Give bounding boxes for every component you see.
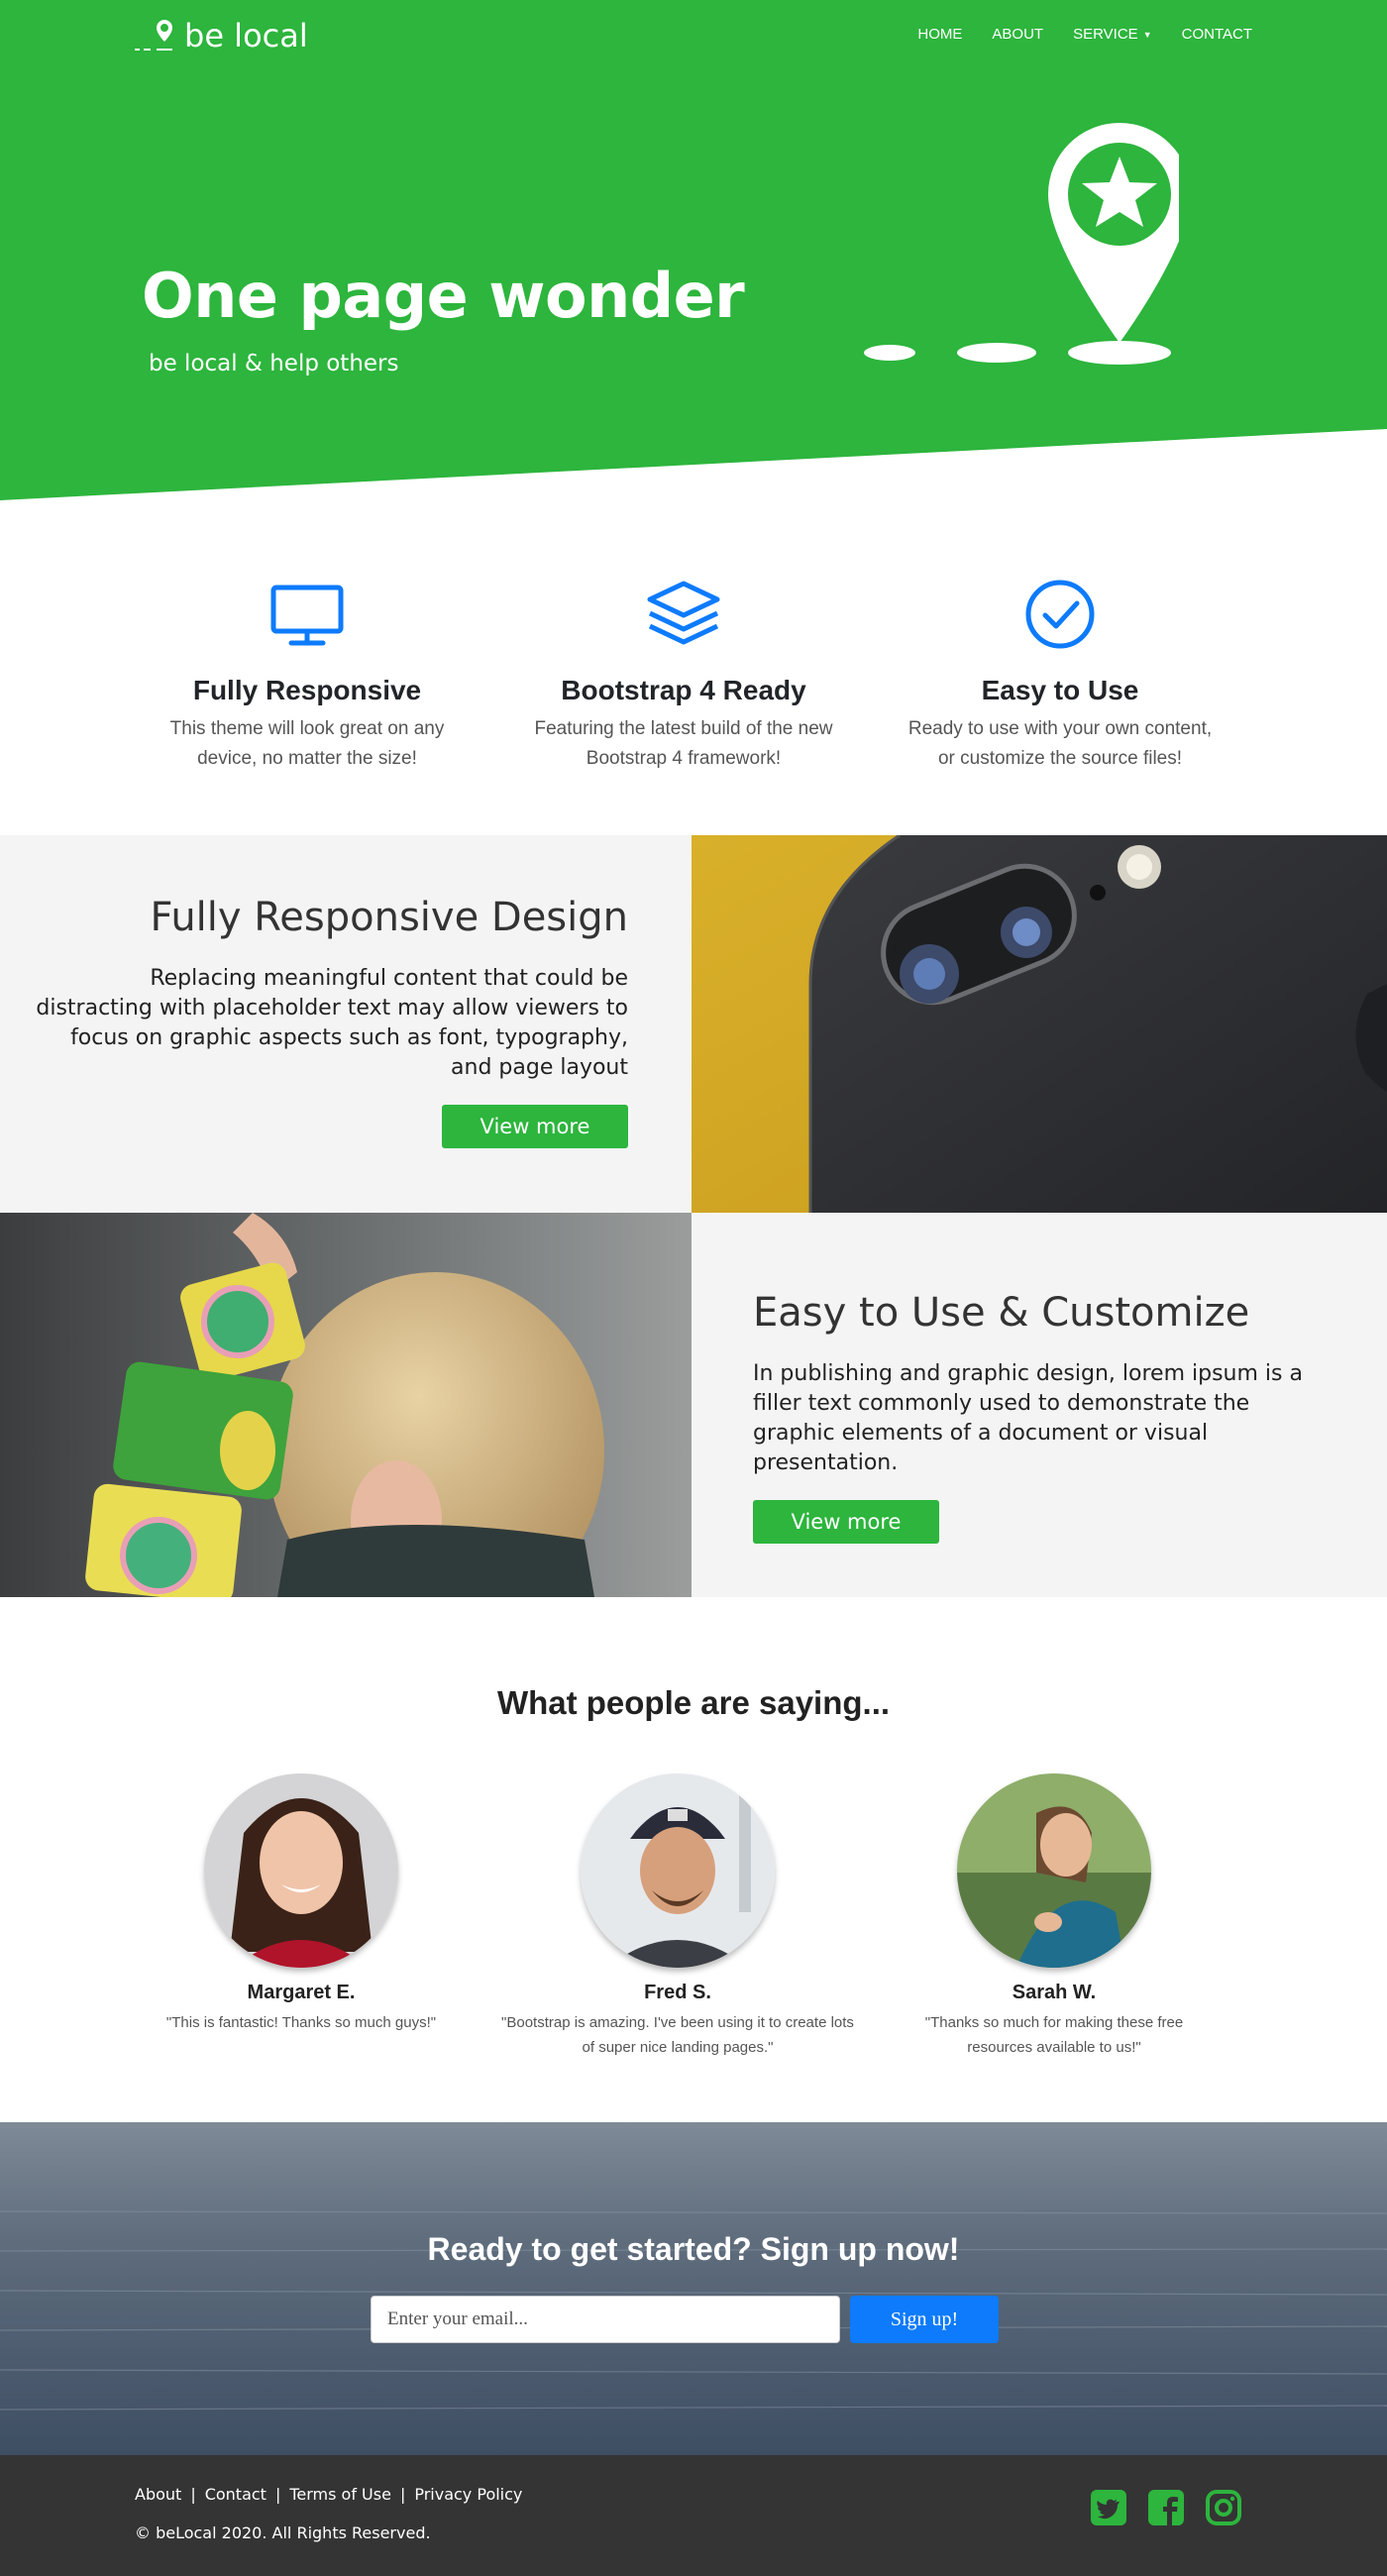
feature-card: Easy to Use Ready to use with your own c… [882,580,1238,774]
showcase-row: Easy to Use & Customize In publishing an… [0,1213,1387,1597]
brand-logo[interactable]: be local [135,18,308,54]
main-nav: HOME ABOUT SERVICE ▼ CONTACT [917,24,1252,46]
feature-text: Ready to use with your own content, or c… [907,718,1213,769]
testimonial-quote: "Bootstrap is amazing. I've been using i… [501,2014,854,2056]
nav-service-dropdown[interactable]: SERVICE ▼ [1073,24,1152,46]
showcase-title: Fully Responsive Design [150,895,629,940]
caret-down-icon: ▼ [1142,30,1152,41]
footer-copyright: © beLocal 2020. All Rights Reserved. [135,2523,431,2542]
footer-separator: | [399,2485,406,2504]
footer-link-about[interactable]: About [135,2485,181,2504]
email-input[interactable] [371,2296,840,2343]
nav-home[interactable]: HOME [917,24,962,46]
feature-card: Bootstrap 4 Ready Featuring the latest b… [505,580,862,774]
feature-text: Featuring the latest build of the new Bo… [534,718,833,769]
footer-link-privacy[interactable]: Privacy Policy [414,2485,522,2504]
brand-name: be local [184,17,308,54]
footer: About | Contact | Terms of Use | Privacy… [0,2455,1387,2576]
testimonial-card: Margaret E. "This is fantastic! Thanks s… [103,1773,499,2035]
features-section: Fully Responsive This theme will look gr… [0,500,1387,835]
showcase-text: In publishing and graphic design, lorem … [753,1361,1303,1475]
showcase-text-panel: Easy to Use & Customize In publishing an… [692,1213,1387,1597]
view-more-button[interactable]: View more [442,1105,628,1148]
nav-contact[interactable]: CONTACT [1182,24,1252,46]
twitter-icon[interactable] [1090,2489,1127,2526]
nav-service-label: SERVICE [1073,26,1138,43]
feature-title: Easy to Use [981,675,1139,705]
social-links [1090,2489,1242,2526]
instagram-icon[interactable] [1205,2489,1242,2526]
showcase-row: Fully Responsive Design Replacing meanin… [0,835,1387,1213]
feature-title: Bootstrap 4 Ready [561,675,806,705]
view-more-button[interactable]: View more [753,1500,939,1544]
footer-link-terms[interactable]: Terms of Use [289,2485,391,2504]
phone-camera-image [692,835,1387,1213]
testimonial-card: Fred S. "Bootstrap is amazing. I've been… [480,1773,876,2060]
avatar [581,1773,775,1968]
feature-card: Fully Responsive This theme will look gr… [129,580,485,774]
hero-title: One page wonder [142,260,745,332]
check-circle-icon [1025,580,1095,649]
monitor-icon [270,585,344,646]
child-blocks-image [0,1213,692,1597]
testimonial-quote: "Thanks so much for making these free re… [924,2014,1184,2056]
testimonial-name: Sarah W. [1012,1982,1097,2003]
showcase-text-panel: Fully Responsive Design Replacing meanin… [0,835,692,1213]
showcase-title: Easy to Use & Customize [753,1290,1250,1336]
facebook-icon[interactable] [1147,2489,1185,2526]
footer-separator: | [274,2485,281,2504]
signup-title: Ready to get started? Sign up now! [427,2231,960,2267]
avatar [957,1773,1151,1968]
hero-section: be local HOME ABOUT SERVICE ▼ CONTACT One… [0,0,1387,505]
layers-icon [647,581,720,645]
logo-pin-icon [135,20,172,51]
footer-separator: | [190,2485,196,2504]
testimonial-name: Margaret E. [247,1982,356,2003]
hero-subtitle: be local & help others [149,351,399,376]
footer-links: About | Contact | Terms of Use | Privacy… [135,2485,522,2504]
signup-button[interactable]: Sign up! [850,2296,999,2343]
testimonial-name: Fred S. [644,1982,711,2003]
testimonial-quote: "This is fantastic! Thanks so much guys!… [165,2014,437,2031]
sea-background-image [0,2122,1387,2455]
nav-about[interactable]: ABOUT [992,24,1043,46]
feature-title: Fully Responsive [192,675,422,705]
map-pin-star-icon [864,123,1179,365]
avatar [204,1773,398,1968]
feature-text: This theme will look great on any device… [169,718,445,769]
footer-link-contact[interactable]: Contact [205,2485,267,2504]
testimonials-title: What people are saying... [496,1684,891,1721]
testimonial-card: Sarah W. "Thanks so much for making thes… [856,1773,1252,2060]
hero-diagonal-divider [0,429,1387,505]
showcase-text: Replacing meaningful content that could … [36,966,628,1080]
signup-section: Ready to get started? Sign up now! Sign … [0,2122,1387,2455]
